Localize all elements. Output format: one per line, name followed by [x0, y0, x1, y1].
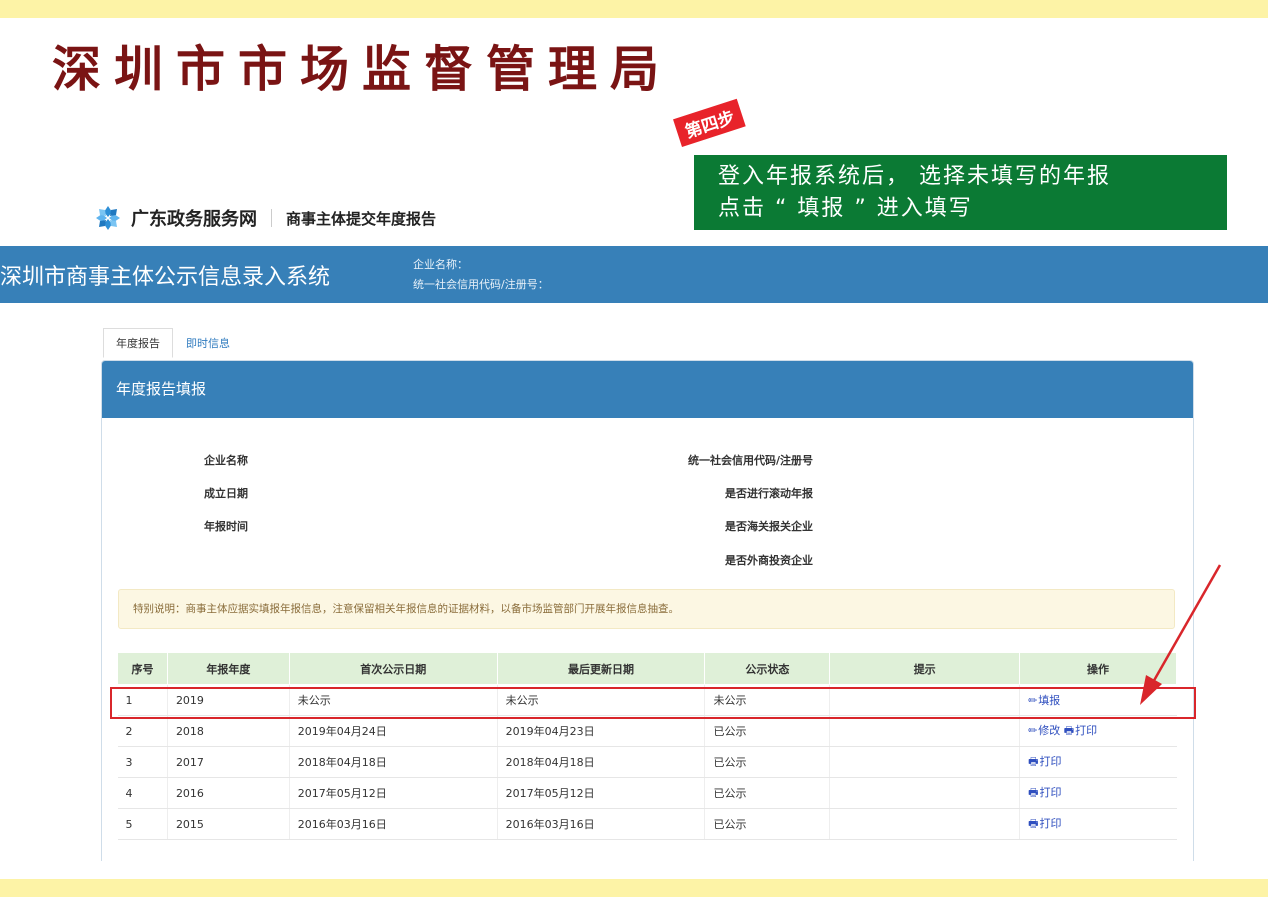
cell-hint	[829, 746, 1020, 778]
cell-first-date: 2019年04月24日	[288, 715, 498, 747]
cell-first-date: 2017年05月12日	[288, 777, 498, 809]
cell-actions: 🖶打印	[1019, 746, 1177, 778]
pencil-icon: ✏	[1028, 723, 1038, 737]
cell-status: 已公示	[704, 746, 830, 778]
portal-brand[interactable]: 广东政务服务网 商事主体提交年度报告	[95, 205, 436, 231]
portal-name: 广东政务服务网	[131, 209, 257, 230]
bottom-yellow-band	[0, 879, 1268, 897]
printer-icon: 🖶	[1028, 754, 1039, 768]
table-row: 4 2016 2017年05月12日 2017年05月12日 已公示 🖶打印	[117, 777, 1177, 809]
print-report-label: 打印	[1075, 723, 1098, 737]
cell-actions: 🖶打印	[1019, 777, 1177, 809]
table-row: 3 2017 2018年04月18日 2018年04月18日 已公示 🖶打印	[117, 746, 1177, 778]
company-name-field-label: 企业名称	[204, 454, 248, 467]
credit-code-label: 统一社会信用代码/注册号：	[413, 278, 549, 291]
cell-hint	[829, 777, 1020, 809]
column-header-no: 序号	[117, 652, 168, 685]
slide-title: 深圳市市场监督管理局	[52, 41, 673, 98]
cell-status: 已公示	[704, 715, 830, 747]
portal-subtitle: 商事主体提交年度报告	[286, 209, 437, 228]
cell-hint	[829, 808, 1020, 840]
step-instruction-box: 登入年报系统后， 选择未填写的年报 点击 “ 填报 ” 进入填写	[694, 155, 1227, 230]
tab-annual-report[interactable]: 年度报告	[103, 328, 173, 358]
credit-code-field-label: 统一社会信用代码/注册号	[687, 454, 813, 467]
cell-no: 4	[117, 777, 168, 809]
cell-status: 已公示	[704, 777, 830, 809]
cell-first-date: 2016年03月16日	[288, 808, 498, 840]
tab-bar: 年度报告 即时信息	[103, 328, 243, 358]
cell-no: 2	[117, 715, 168, 747]
print-report-label: 打印	[1039, 785, 1062, 799]
column-header-hint: 提示	[829, 652, 1021, 685]
cell-year: 2018	[166, 715, 290, 747]
customs-declarant-field-label: 是否海关报关企业	[725, 520, 813, 533]
company-name-label: 企业名称：	[413, 258, 468, 271]
cell-last-date: 2016年03月16日	[496, 808, 705, 840]
tab-instant-info[interactable]: 即时信息	[173, 328, 243, 358]
annual-report-panel: 年度报告填报 企业名称 成立日期 年报时间 统一社会信用代码/注册号 是否进行滚…	[101, 360, 1194, 861]
annual-report-table: 序号 年报年度 首次公示日期 最后更新日期 公示状态 提示 操作 1 2019 …	[117, 652, 1177, 840]
cell-year: 2016	[166, 777, 290, 809]
print-report-link[interactable]: 🖶打印	[1064, 724, 1097, 737]
portal-divider	[271, 209, 272, 227]
system-company-meta: 企业名称： 统一社会信用代码/注册号：	[413, 255, 549, 295]
system-header-bar: 深圳市商事主体公示信息录入系统 企业名称： 统一社会信用代码/注册号：	[0, 246, 1268, 303]
printer-icon: 🖶	[1028, 785, 1039, 799]
table-header-row: 序号 年报年度 首次公示日期 最后更新日期 公示状态 提示 操作	[117, 652, 1177, 685]
system-title: 深圳市商事主体公示信息录入系统	[0, 265, 331, 290]
print-report-label: 打印	[1039, 754, 1062, 768]
panel-title: 年度报告填报	[102, 361, 1193, 418]
step-badge: 第四步	[673, 98, 746, 147]
printer-icon: 🖶	[1063, 723, 1075, 737]
table-row: 2 2018 2019年04月24日 2019年04月23日 已公示 ✏修改 🖶…	[117, 715, 1177, 747]
print-report-link[interactable]: 🖶打印	[1028, 786, 1061, 799]
cell-hint	[829, 715, 1020, 747]
highlight-box-first-row	[110, 687, 1196, 719]
column-header-year: 年报年度	[166, 652, 290, 685]
guangdong-portal-logo-icon	[96, 206, 120, 230]
step-instruction-line-1: 登入年报系统后， 选择未填写的年报	[718, 164, 1111, 189]
cell-actions: ✏修改 🖶打印	[1019, 715, 1177, 747]
cell-no: 3	[117, 746, 168, 778]
cell-status: 已公示	[704, 808, 830, 840]
cell-no: 5	[117, 808, 168, 840]
cell-year: 2017	[166, 746, 290, 778]
column-header-actions: 操作	[1019, 652, 1177, 685]
edit-report-link[interactable]: ✏修改	[1028, 724, 1060, 737]
cell-last-date: 2018年04月18日	[496, 746, 705, 778]
column-header-first-date: 首次公示日期	[288, 652, 498, 685]
printer-icon: 🖶	[1028, 816, 1039, 830]
cell-year: 2015	[166, 808, 290, 840]
print-report-link[interactable]: 🖶打印	[1028, 755, 1061, 768]
table-row: 5 2015 2016年03月16日 2016年03月16日 已公示 🖶打印	[117, 808, 1177, 840]
cell-actions: 🖶打印	[1019, 808, 1177, 840]
print-report-link[interactable]: 🖶打印	[1028, 817, 1061, 830]
column-header-status: 公示状态	[704, 652, 831, 685]
top-yellow-band	[0, 0, 1268, 18]
cell-first-date: 2018年04月18日	[288, 746, 498, 778]
established-date-field-label: 成立日期	[204, 487, 248, 500]
foreign-invested-field-label: 是否外商投资企业	[725, 554, 813, 567]
rolling-report-field-label: 是否进行滚动年报	[725, 487, 813, 500]
step-instruction-line-2: 点击 “ 填报 ” 进入填写	[718, 196, 973, 221]
cell-last-date: 2019年04月23日	[496, 715, 705, 747]
edit-report-label: 修改	[1038, 723, 1061, 737]
report-time-field-label: 年报时间	[204, 520, 248, 533]
column-header-last-date: 最后更新日期	[496, 652, 706, 685]
special-notice: 特别说明：商事主体应据实填报年报信息，注意保留相关年报信息的证据材料，以备市场监…	[118, 589, 1175, 629]
print-report-label: 打印	[1039, 816, 1062, 830]
cell-last-date: 2017年05月12日	[496, 777, 705, 809]
